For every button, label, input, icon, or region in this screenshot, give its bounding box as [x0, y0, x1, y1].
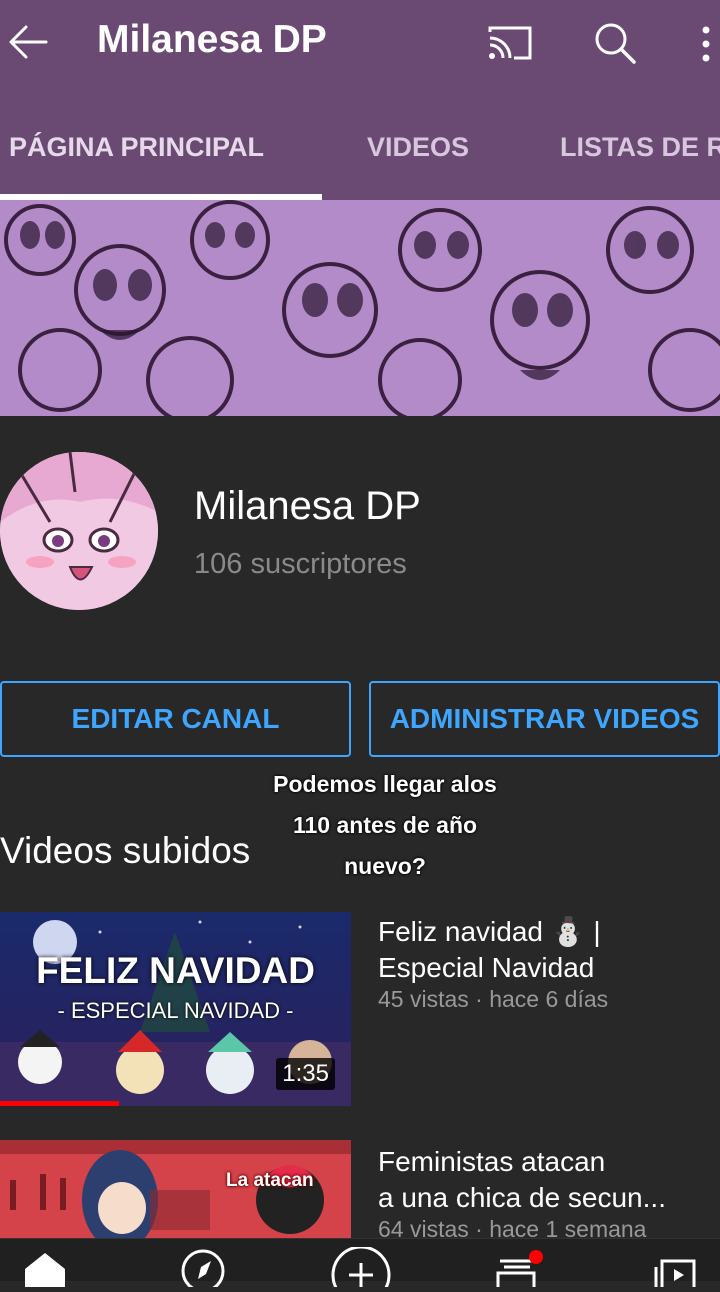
- overlay-line-3: nuevo?: [344, 853, 426, 879]
- cast-icon[interactable]: [486, 24, 534, 62]
- home-icon[interactable]: [20, 1247, 70, 1287]
- subscriber-count: 106 suscriptores: [194, 548, 407, 580]
- tab-home[interactable]: PÁGINA PRINCIPAL: [9, 132, 264, 163]
- channel-avatar[interactable]: [0, 452, 158, 610]
- tab-playlists[interactable]: LISTAS DE R: [560, 132, 720, 163]
- edit-channel-button[interactable]: EDITAR CANAL: [0, 681, 351, 757]
- thumbnail-title: FELIZ NAVIDAD: [36, 950, 315, 991]
- video-thumbnail[interactable]: La atacan: [0, 1140, 351, 1240]
- video-duration: 1:35: [276, 1058, 335, 1090]
- channel-banner: [0, 200, 720, 416]
- more-vert-icon[interactable]: [694, 22, 718, 66]
- add-icon[interactable]: [328, 1245, 391, 1292]
- video-title-line-2: Especial Navidad: [378, 952, 595, 983]
- video-thumbnail[interactable]: FELIZ NAVIDAD - ESPECIAL NAVIDAD - 1:35: [0, 912, 351, 1106]
- explore-icon[interactable]: [178, 1247, 228, 1292]
- thumbnail-subtitle: - ESPECIAL NAVIDAD -: [57, 998, 294, 1023]
- watch-progress-bar: [0, 1101, 120, 1106]
- video-title-line-1[interactable]: Feministas atacan: [378, 1144, 698, 1180]
- app-bar: Milanesa DP PÁGINA PRINCIPAL VIDEOS LIST…: [0, 0, 720, 200]
- overlay-line-2: 110 antes de año: [292, 812, 478, 838]
- video-title-line-1: Feliz navidad ⛄ |: [378, 916, 601, 947]
- channel-title: Milanesa DP: [97, 18, 327, 61]
- section-title: Videos subidos: [0, 830, 251, 871]
- channel-name: Milanesa DP: [194, 484, 421, 528]
- manage-videos-button[interactable]: ADMINISTRAR VIDEOS: [369, 681, 720, 757]
- video-meta: 45 vistas · hace 6 días: [378, 986, 609, 1012]
- overlay-caption: Podemos llegar alos 110 antes de año nue…: [240, 764, 530, 887]
- subscriptions-icon[interactable]: [494, 1247, 544, 1291]
- bottom-navigation: [0, 1238, 720, 1292]
- video-title[interactable]: Feliz navidad ⛄ | Especial Navidad: [378, 914, 698, 986]
- library-icon[interactable]: [652, 1247, 702, 1292]
- back-arrow-icon[interactable]: [6, 22, 50, 62]
- video-title-line-2[interactable]: a una chica de secun...: [378, 1180, 698, 1216]
- thumbnail-label: La atacan: [226, 1170, 314, 1191]
- search-icon[interactable]: [592, 20, 638, 66]
- overlay-line-1: Podemos llegar alos: [273, 771, 497, 797]
- tab-videos[interactable]: VIDEOS: [367, 132, 469, 163]
